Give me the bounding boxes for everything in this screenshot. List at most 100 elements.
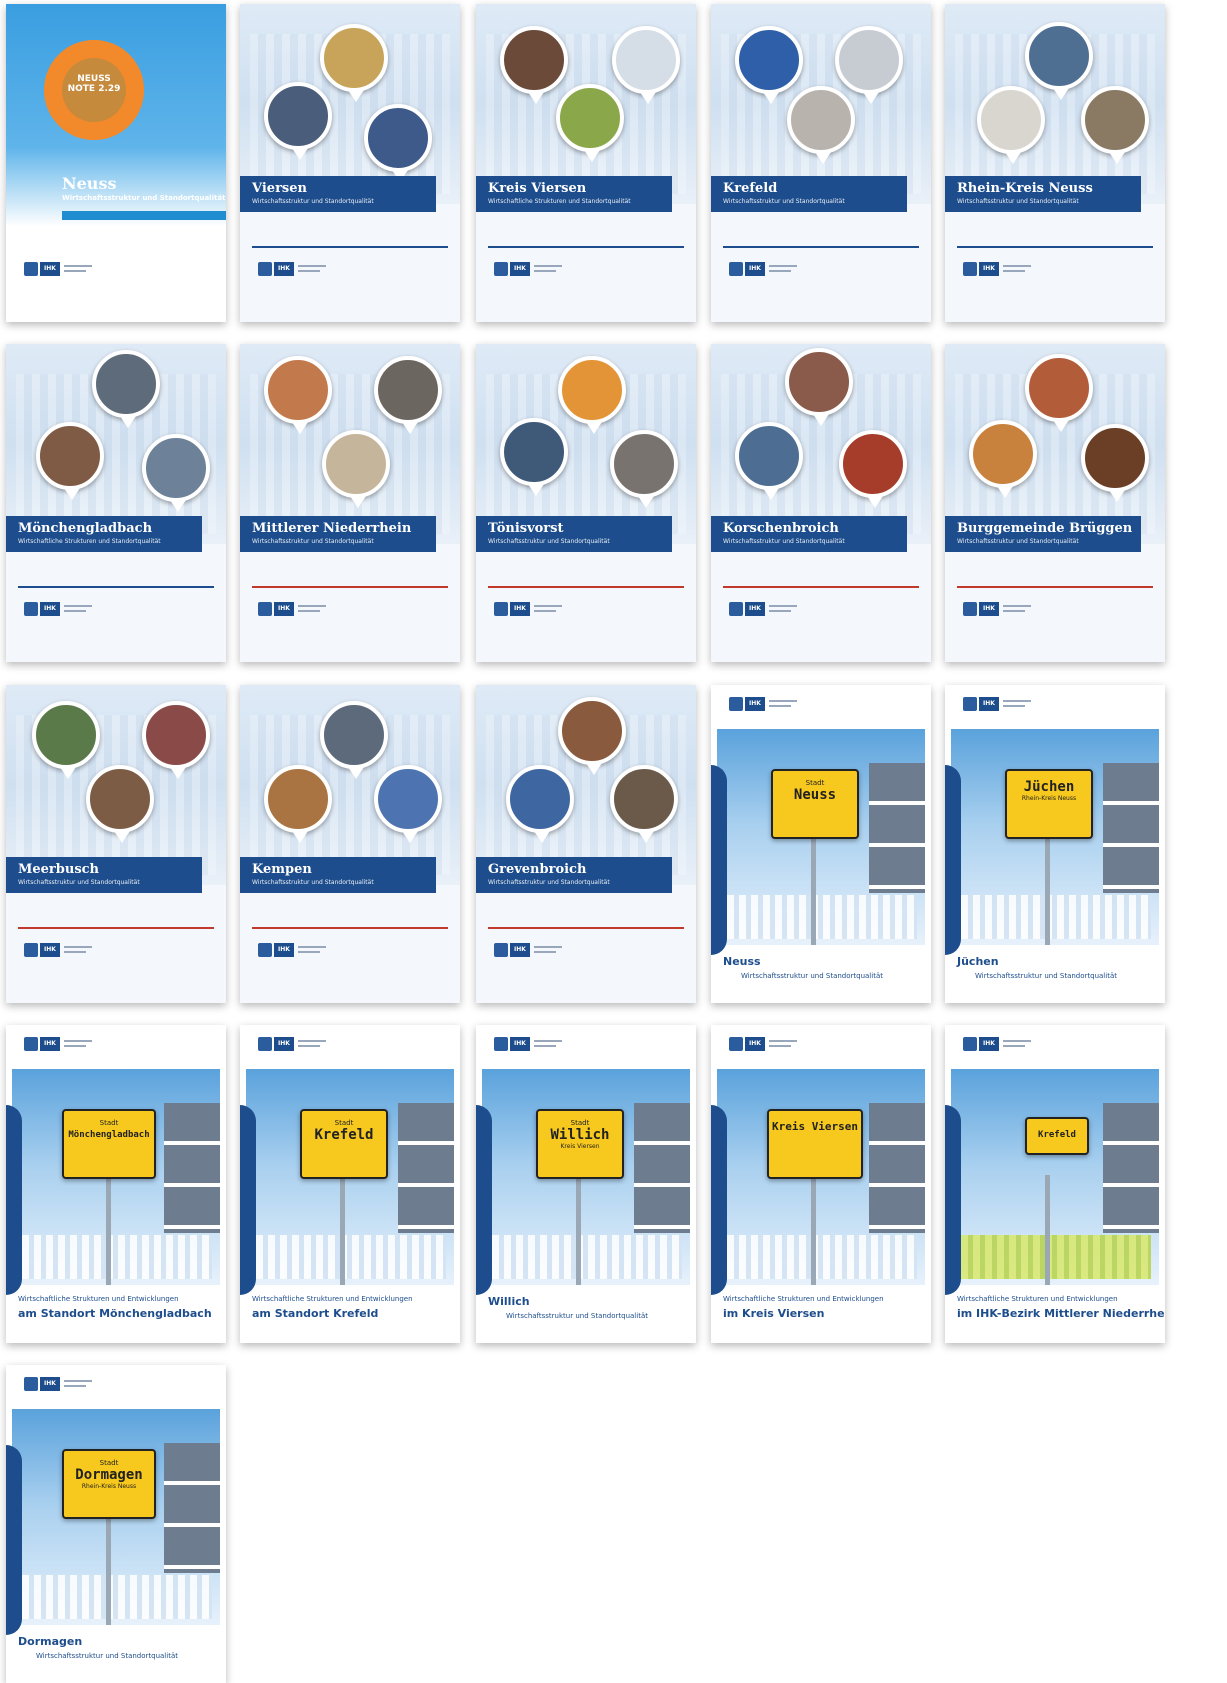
cover-subtitle: am Standort Krefeld — [252, 1307, 379, 1320]
cover-grevenbroich[interactable]: Grevenbroich Wirtschaftsstruktur und Stan… — [476, 685, 696, 1003]
photo-bubble — [264, 765, 332, 843]
cover-rule — [252, 927, 448, 929]
cover-kreis-viersen[interactable]: Kreis Viersen Wirtschaftliche Strukturen … — [476, 4, 696, 322]
cover-title: Burggemeinde Brüggen — [957, 521, 1133, 536]
photo-bubble — [32, 701, 100, 779]
cover-sign-krefeld[interactable]: IHK Stadt Krefeld Wirtschaftliche Struktu… — [240, 1025, 460, 1343]
town-sign: Stadt Willich Kreis Viersen — [536, 1109, 624, 1179]
town-sign: Jüchen Rhein-Kreis Neuss — [1005, 769, 1093, 839]
cover-title: Neuss — [723, 955, 761, 968]
ihk-logo: IHK — [729, 602, 797, 616]
cover-title: Rhein-Kreis Neuss — [957, 181, 1093, 196]
photo-bubble — [374, 765, 442, 843]
cover-rule — [488, 927, 684, 929]
photo-bubble — [558, 697, 626, 775]
ihk-logo: IHK — [494, 943, 562, 957]
cover-subtitle: Wirtschaftsstruktur und Standortqualität — [723, 198, 845, 205]
cover-title: Mittlerer Niederrhein — [252, 521, 412, 536]
ihk-logo: IHK — [729, 262, 797, 276]
photo-bubble — [556, 84, 624, 162]
cover-sign-ihk-bezirk[interactable]: IHK Krefeld Wirtschaftliche Strukturen u… — [945, 1025, 1165, 1343]
photo-bubble — [787, 86, 855, 164]
photo-bubble — [839, 430, 907, 508]
cover-title: Wirtschaftliche Strukturen und Entwicklu… — [18, 1295, 179, 1303]
photo-bubble — [86, 765, 154, 843]
cover-meerbusch[interactable]: Meerbusch Wirtschaftsstruktur und Standor… — [6, 685, 226, 1003]
gear-badge-icon: NEUSS NOTE 2.29 — [44, 40, 144, 140]
cover-rule — [18, 586, 214, 588]
photo-bubble — [835, 26, 903, 104]
cover-sign-willich[interactable]: IHK Stadt Willich Kreis Viersen Willich Wi… — [476, 1025, 696, 1343]
photo-bubble — [506, 765, 574, 843]
badge-text: NEUSS NOTE 2.29 — [67, 74, 121, 94]
cover-rule — [252, 586, 448, 588]
cover-rule — [957, 246, 1153, 248]
ihk-logo: IHK — [258, 1037, 326, 1051]
photo-bubble — [264, 356, 332, 434]
cover-subtitle: Wirtschaftsstruktur und Standortqualität — [957, 198, 1079, 205]
cover-rule — [957, 586, 1153, 588]
cover-korschenbroich[interactable]: Korschenbroich Wirtschaftsstruktur und St… — [711, 344, 931, 662]
ihk-logo: IHK — [24, 602, 92, 616]
cover-subtitle: am Standort Mönchengladbach — [18, 1307, 212, 1320]
cover-subtitle: Wirtschaftsstruktur und Standortqualität — [488, 538, 610, 545]
cover-subtitle: Wirtschaftliche Strukturen und Standortq… — [488, 198, 631, 205]
cover-subtitle: Wirtschaftsstruktur und Standortqualität — [975, 972, 1117, 980]
cover-sign-moenchengladbach[interactable]: IHK Stadt Mönchengladbach Wirtschaftliche… — [6, 1025, 226, 1343]
cover-rhein-kreis-neuss[interactable]: Rhein-Kreis Neuss Wirtschaftsstruktur und… — [945, 4, 1165, 322]
photo-bubble — [320, 24, 388, 102]
cover-title: Dormagen — [18, 1635, 83, 1648]
photo-bubble — [92, 350, 160, 428]
cover-title: Wirtschaftliche Strukturen und Entwicklu… — [957, 1295, 1118, 1303]
photo-bubble — [322, 430, 390, 508]
ihk-logo: IHK — [494, 1037, 562, 1051]
cover-gallery: NEUSS NOTE 2.29 Neuss Wirtschaftsstruktu… — [0, 0, 1227, 1683]
ihk-logo: IHK — [963, 262, 1031, 276]
cover-sign-dormagen[interactable]: IHK Stadt Dormagen Rhein-Kreis Neuss Dorma… — [6, 1365, 226, 1683]
cover-subtitle: Wirtschaftsstruktur und Standortqualität — [741, 972, 883, 980]
cover-title: Neuss — [62, 174, 117, 193]
cover-mittlerer-niederrhein[interactable]: Mittlerer Niederrhein Wirtschaftsstruktur… — [240, 344, 460, 662]
ihk-logo: IHK — [963, 602, 1031, 616]
photo-bubble — [735, 422, 803, 500]
cover-title: Jüchen — [957, 955, 999, 968]
cover-subtitle: Wirtschaftsstruktur und Standortqualität — [252, 879, 374, 886]
cover-subtitle: Wirtschaftsstruktur und Standortqualität — [252, 198, 374, 205]
town-sign: Krefeld — [1025, 1117, 1089, 1155]
photo-bubble — [977, 86, 1045, 164]
cover-bar — [62, 211, 226, 220]
cover-viersen[interactable]: Viersen Wirtschaftsstruktur und Standortq… — [240, 4, 460, 322]
cover-title: Willich — [488, 1295, 530, 1308]
town-sign: Stadt Neuss — [771, 769, 859, 839]
photo-bubble — [610, 430, 678, 508]
cover-moenchengladbach[interactable]: Mönchengladbach Wirtschaftliche Strukture… — [6, 344, 226, 662]
cover-krefeld[interactable]: Krefeld Wirtschaftsstruktur und Standortq… — [711, 4, 931, 322]
cover-title: Kreis Viersen — [488, 181, 587, 196]
cover-toenisvorst[interactable]: Tönisvorst Wirtschaftsstruktur und Stando… — [476, 344, 696, 662]
cover-sign-juechen[interactable]: IHK Jüchen Rhein-Kreis Neuss Jüchen Wirts… — [945, 685, 1165, 1003]
photo-bubble — [500, 26, 568, 104]
ihk-logo: IHK — [24, 1377, 92, 1391]
cover-kempen[interactable]: Kempen Wirtschaftsstruktur und Standortqu… — [240, 685, 460, 1003]
photo-bubble — [364, 104, 432, 182]
photo-bubble — [36, 422, 104, 500]
cover-sign-kreis-viersen[interactable]: IHK Kreis Viersen Wirtschaftliche Strukt… — [711, 1025, 931, 1343]
cover-sign-neuss[interactable]: IHK Stadt Neuss Neuss Wirtschaftsstruktur… — [711, 685, 931, 1003]
cover-rule — [252, 246, 448, 248]
cover-burggemeinde-brueggen[interactable]: Burggemeinde Brüggen Wirtschaftsstruktur … — [945, 344, 1165, 662]
town-sign: Kreis Viersen — [767, 1109, 863, 1179]
ihk-logo: IHK — [494, 262, 562, 276]
ihk-logo: IHK — [963, 697, 1031, 711]
ihk-logo: IHK — [729, 1037, 797, 1051]
cover-title: Korschenbroich — [723, 521, 839, 536]
photo-bubble — [500, 418, 568, 496]
cover-subtitle: im Kreis Viersen — [723, 1307, 825, 1320]
town-sign: Stadt Mönchengladbach — [62, 1109, 156, 1179]
cover-neuss-note[interactable]: NEUSS NOTE 2.29 Neuss Wirtschaftsstruktu… — [6, 4, 226, 322]
photo-bubble — [1025, 354, 1093, 432]
photo-bubble — [264, 82, 332, 160]
cover-rule — [723, 246, 919, 248]
photo-bubble — [610, 765, 678, 843]
ihk-logo: IHK — [494, 602, 562, 616]
ihk-logo: IHK — [24, 262, 92, 276]
